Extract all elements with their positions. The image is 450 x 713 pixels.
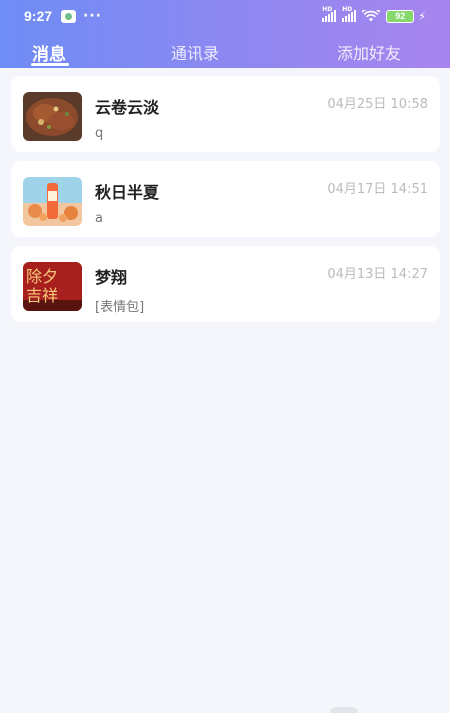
conversation-item[interactable]: 除夕 吉祥 梦翔 [表情包] 04月13日 14:27 [11,246,440,322]
active-tab-indicator [31,63,69,66]
message-time: 04月17日 14:51 [327,182,428,197]
status-bar: 9:27 ··· HD HD 92 ⚡ [0,0,450,32]
wifi-icon [362,10,381,22]
status-time: 9:27 [24,8,53,24]
tab-messages[interactable]: 消息 [32,40,66,65]
conversation-item[interactable]: 云卷云淡 q 04月25日 10:58 [11,76,440,152]
contact-name: 云卷云淡 [95,98,160,117]
contact-name: 梦翔 [95,268,128,287]
charging-bolt-icon: ⚡ [418,9,426,23]
conversation-item[interactable]: 秋日半夏 a 04月17日 14:51 [11,161,440,237]
app-header: 9:27 ··· HD HD 92 ⚡ 消息 通讯录 添加好友 [0,0,450,68]
message-time: 04月25日 10:58 [327,97,428,112]
message-preview: a [95,211,103,226]
avatar [23,177,82,226]
signal-icon-2: HD [342,6,357,22]
tab-contacts[interactable]: 通讯录 [171,40,219,64]
message-time: 04月13日 14:27 [327,267,428,282]
message-preview: q [95,126,104,141]
avatar-text: 除夕 [26,267,58,286]
avatar [23,92,82,141]
battery-icon: 92 [386,9,415,23]
svg-text:吉祥: 吉祥 [26,286,58,305]
home-indicator [330,707,358,713]
top-tabs: 消息 通讯录 添加好友 [0,36,450,68]
security-shield-icon [61,9,77,23]
more-notifications-icon: ··· [83,8,102,24]
tab-add-friend[interactable]: 添加好友 [337,40,401,64]
avatar: 除夕 吉祥 [23,262,82,311]
contact-name: 秋日半夏 [95,183,160,202]
message-preview: [表情包] [95,300,145,315]
signal-icon-1: HD [322,6,337,22]
